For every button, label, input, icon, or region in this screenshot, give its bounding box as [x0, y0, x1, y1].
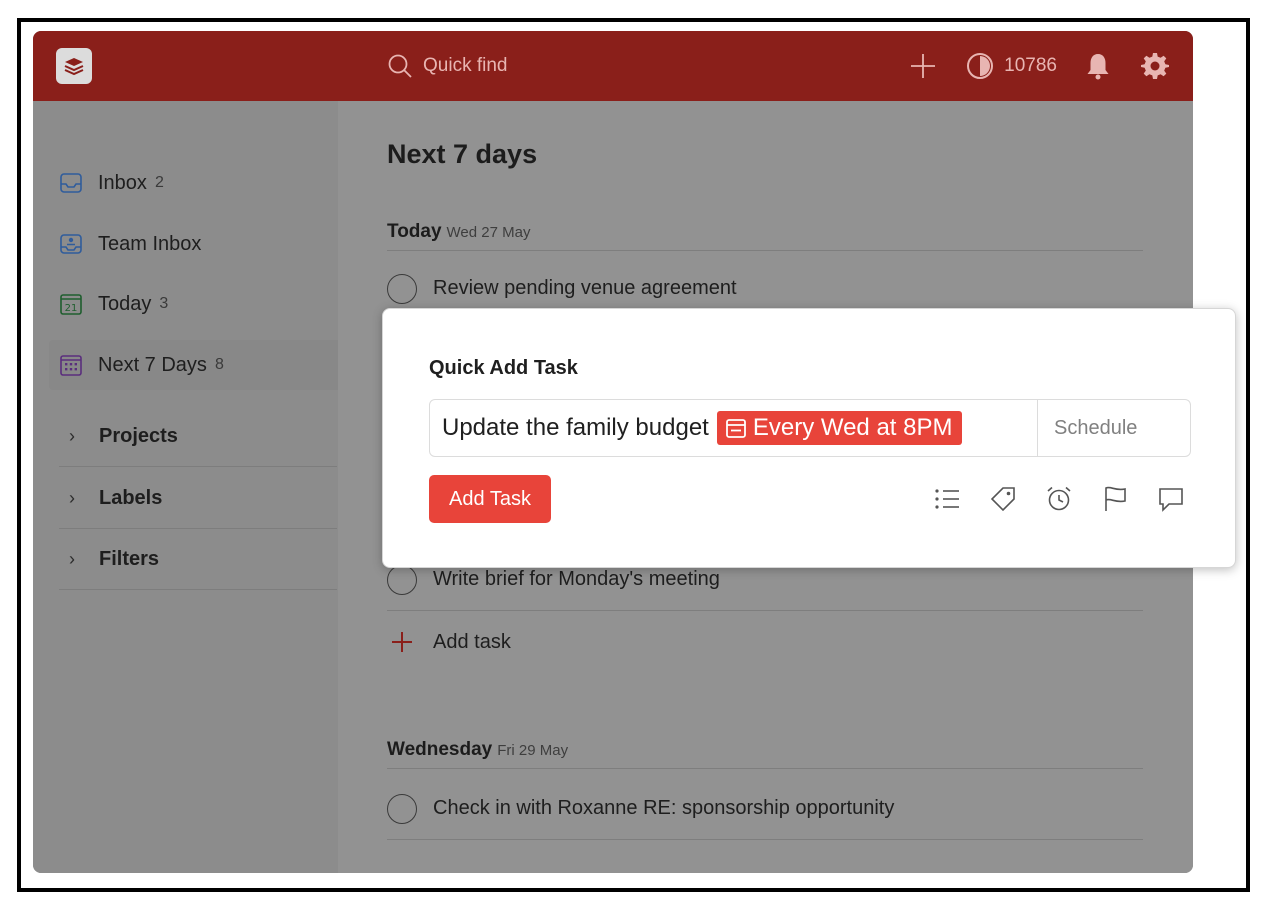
recurring-date-chip[interactable]: Every Wed at 8PM	[716, 411, 963, 445]
day-name: Wednesday	[387, 739, 493, 760]
karma-value: 10786	[1004, 55, 1057, 76]
sidebar-item-next-7-days[interactable]: Next 7 Days 8	[49, 340, 339, 390]
day-name: Today	[387, 221, 442, 242]
sidebar-item-today[interactable]: 21 Today 3	[49, 279, 339, 329]
section-labels[interactable]: › Labels	[59, 468, 337, 529]
date-chip-label: Every Wed at 8PM	[752, 414, 953, 441]
sidebar-item-label: Next 7 Days	[98, 353, 207, 376]
sidebar-item-label: Team Inbox	[98, 232, 202, 255]
add-task-row[interactable]: Add task	[387, 611, 1143, 673]
sidebar-item-count: 2	[154, 174, 164, 191]
alarm-clock-icon[interactable]	[1043, 483, 1075, 515]
schedule-button[interactable]: Schedule	[1037, 400, 1190, 456]
sidebar-item-label: Inbox	[98, 171, 147, 194]
task-checkbox[interactable]	[387, 564, 417, 595]
svg-text:21: 21	[65, 303, 78, 314]
section-label: Projects	[99, 424, 178, 447]
inbox-icon	[59, 171, 83, 195]
add-task-plus-icon[interactable]	[908, 51, 938, 81]
calendar-week-icon	[59, 353, 83, 377]
karma-score[interactable]: 10786	[966, 52, 1057, 80]
plus-icon	[387, 627, 417, 657]
team-inbox-icon	[59, 232, 83, 256]
sidebar-item-count: 8	[214, 356, 224, 373]
priority-flag-icon[interactable]	[1099, 483, 1131, 515]
app-logo-icon[interactable]	[56, 48, 92, 84]
notifications-bell-icon[interactable]	[1085, 52, 1111, 80]
sidebar-item-inbox[interactable]: Inbox 2	[49, 158, 339, 208]
chevron-right-icon: ›	[69, 487, 75, 508]
search-placeholder: Quick find	[423, 55, 508, 76]
quick-find-search[interactable]: Quick find	[387, 51, 507, 81]
karma-icon	[967, 53, 994, 79]
task-tools	[907, 481, 1187, 517]
day-header-wednesday: Wednesday Fri 29 May	[387, 739, 1143, 769]
dialog-title: Quick Add Task	[429, 357, 578, 379]
sidebar-item-count: 3	[159, 295, 169, 312]
sidebar-item-team-inbox[interactable]: Team Inbox	[49, 219, 339, 269]
subtask-list-icon[interactable]	[931, 483, 963, 515]
sidebar: Inbox 2 Team Inbox 21 Today 3 Next 7 Day…	[33, 101, 339, 873]
task-checkbox[interactable]	[387, 273, 417, 304]
search-icon	[388, 54, 412, 78]
task-checkbox[interactable]	[387, 793, 417, 824]
add-task-button[interactable]: Add Task	[429, 475, 551, 523]
label-tag-icon[interactable]	[987, 483, 1019, 515]
section-filters[interactable]: › Filters	[59, 529, 337, 590]
task-input-text: Update the family budget	[442, 414, 709, 441]
quick-add-task-dialog: Quick Add Task Update the family budget …	[382, 308, 1236, 568]
day-header-today: Today Wed 27 May	[387, 221, 1143, 251]
calendar-icon	[725, 419, 746, 438]
task-text: Review pending venue agreement	[433, 277, 737, 299]
chevron-right-icon: ›	[69, 548, 75, 569]
task-name-input[interactable]: Update the family budget Every Wed at 8P…	[429, 399, 1191, 457]
settings-gear-icon[interactable]	[1141, 52, 1169, 80]
day-date: Fri 29 May	[497, 742, 569, 759]
top-bar: Quick find 10786	[33, 31, 1193, 101]
sidebar-item-label: Today	[98, 292, 152, 315]
schedule-label: Schedule	[1054, 416, 1138, 439]
chevron-right-icon: ›	[69, 425, 75, 446]
comment-icon[interactable]	[1155, 483, 1187, 515]
section-projects[interactable]: › Projects	[59, 406, 337, 467]
task-row[interactable]: Check in with Roxanne RE: sponsorship op…	[387, 778, 1143, 840]
section-label: Labels	[99, 486, 163, 509]
day-date: Wed 27 May	[446, 224, 531, 241]
calendar-today-icon: 21	[59, 292, 83, 316]
task-text: Check in with Roxanne RE: sponsorship op…	[433, 797, 895, 819]
page-title: Next 7 days	[387, 139, 538, 169]
add-task-label: Add task	[433, 630, 511, 653]
task-text: Write brief for Monday's meeting	[433, 568, 720, 590]
section-label: Filters	[99, 547, 160, 570]
